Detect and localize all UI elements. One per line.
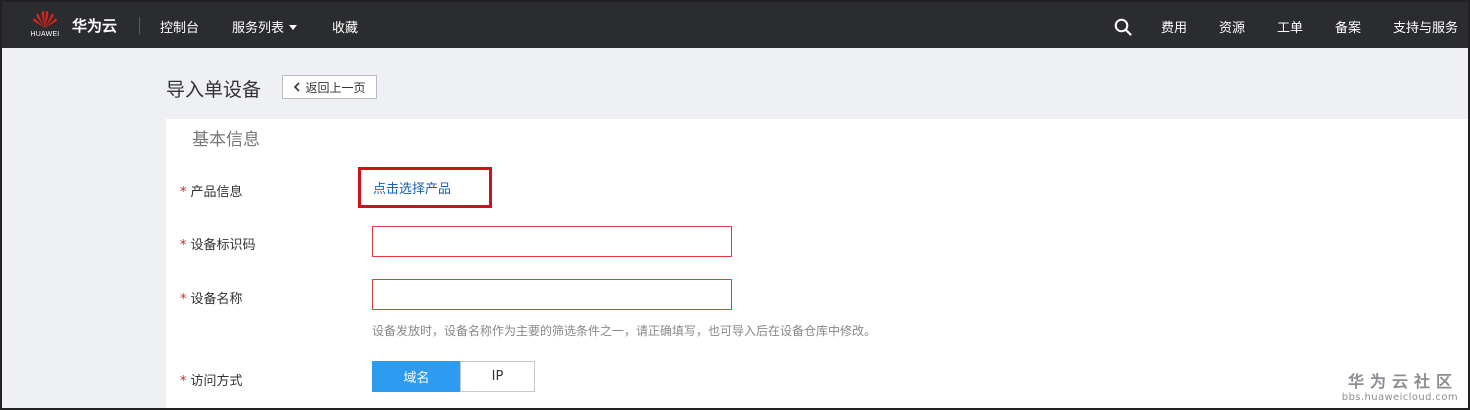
label-device-id: * 设备标识码 xyxy=(180,234,256,253)
brand-name[interactable]: 华为云 xyxy=(72,15,117,36)
required-mark: * xyxy=(180,292,187,307)
device-name-input[interactable] xyxy=(372,279,732,310)
logo-text: HUAWEI xyxy=(30,31,60,38)
product-select-highlight: 点击选择产品 xyxy=(358,167,492,208)
access-option-domain[interactable]: 域名 xyxy=(372,361,461,392)
label-product: * 产品信息 xyxy=(180,181,243,200)
huawei-logo[interactable]: HUAWEI xyxy=(28,8,62,42)
watermark-title: 华为云社区 xyxy=(1347,372,1458,391)
back-button-label: 返回上一页 xyxy=(305,80,366,95)
nav-resources[interactable]: 资源 xyxy=(1219,17,1245,36)
label-device-name: * 设备名称 xyxy=(180,288,243,307)
top-navbar: HUAWEI 华为云 控制台 服务列表 收藏 费用 资源 工单 备案 支持与服务 xyxy=(2,2,1468,48)
watermark-url: bbs.huaweicloud.com xyxy=(1341,392,1458,403)
watermark: 华为云社区 bbs.huaweicloud.com xyxy=(1342,368,1458,403)
nav-divider xyxy=(139,17,140,34)
search-icon[interactable] xyxy=(1114,18,1132,36)
nav-favorites[interactable]: 收藏 xyxy=(332,17,358,36)
nav-service-list[interactable]: 服务列表 xyxy=(232,17,298,36)
label-access-method-text: 访问方式 xyxy=(190,374,243,389)
label-device-id-text: 设备标识码 xyxy=(190,238,256,253)
nav-service-list-label: 服务列表 xyxy=(232,21,285,36)
label-access-method: * 访问方式 xyxy=(180,370,243,389)
caret-down-icon xyxy=(289,25,298,30)
nav-tickets[interactable]: 工单 xyxy=(1277,17,1303,36)
chevron-left-icon xyxy=(294,82,301,92)
device-name-hint: 设备发放时，设备名称作为主要的筛选条件之一，请正确填写，也可导入后在设备仓库中修… xyxy=(372,324,877,338)
required-mark: * xyxy=(180,238,187,253)
huawei-logo-icon xyxy=(33,10,57,28)
label-device-name-text: 设备名称 xyxy=(190,292,243,307)
nav-filing[interactable]: 备案 xyxy=(1335,17,1361,36)
device-id-input[interactable] xyxy=(372,226,732,257)
label-product-text: 产品信息 xyxy=(190,185,243,200)
nav-billing[interactable]: 费用 xyxy=(1161,17,1187,36)
access-option-ip[interactable]: IP xyxy=(460,361,535,392)
required-mark: * xyxy=(180,374,187,389)
nav-console[interactable]: 控制台 xyxy=(160,17,199,36)
form-card xyxy=(166,119,1468,408)
select-product-link[interactable]: 点击选择产品 xyxy=(373,178,451,197)
nav-support[interactable]: 支持与服务 xyxy=(1393,17,1458,36)
section-title: 基本信息 xyxy=(192,130,260,150)
page-title: 导入单设备 xyxy=(166,79,262,101)
required-mark: * xyxy=(180,185,187,200)
back-button[interactable]: 返回上一页 xyxy=(282,75,377,99)
